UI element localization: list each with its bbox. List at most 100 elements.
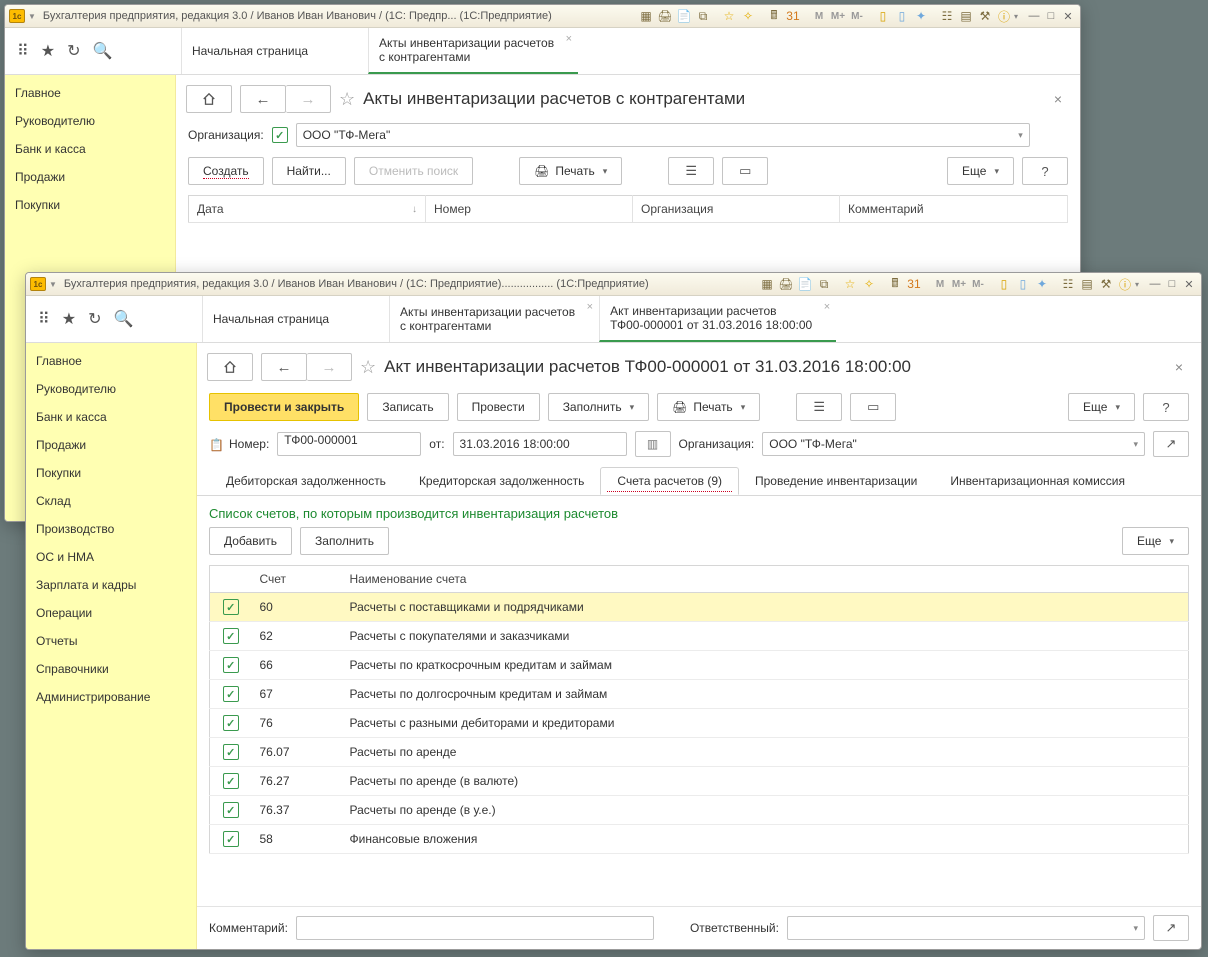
print-button[interactable]: Печать▾ (657, 393, 760, 421)
sidebar-item[interactable]: Операции (26, 599, 196, 627)
more-button[interactable]: Еще▾ (1122, 527, 1189, 555)
sidebar-item[interactable]: Зарплата и кадры (26, 571, 196, 599)
number-input[interactable]: ТФ00-000001 (277, 432, 421, 456)
panels-icon[interactable]: ☷ (938, 8, 956, 24)
titlebar[interactable]: 1c ▼ Бухгалтерия предприятия, редакция 3… (26, 273, 1201, 296)
sidebar-item[interactable]: Отчеты (26, 627, 196, 655)
print-icon[interactable]: 🖨 (656, 8, 674, 24)
sidebar-item[interactable]: Продажи (5, 163, 175, 191)
tab-acts[interactable]: Акты инвентаризации расчетов с контраген… (389, 296, 599, 342)
table-row[interactable]: ✓60Расчеты с поставщиками и подрядчиками (210, 593, 1189, 622)
table-row[interactable]: ✓76.27Расчеты по аренде (в валюте) (210, 767, 1189, 796)
calc-icon[interactable]: 🖩 (765, 8, 783, 24)
fill-button[interactable]: Заполнить (300, 527, 389, 555)
info-dd[interactable]: ▾ (1014, 12, 1018, 21)
col-date[interactable]: Дата↓ (189, 196, 426, 223)
calc-icon[interactable]: 🖩 (886, 276, 904, 292)
tab-creditors[interactable]: Кредиторская задолженность (402, 467, 601, 495)
col-account[interactable]: Счет (252, 566, 342, 593)
save-icon[interactable]: ✦ (912, 8, 930, 24)
card-view-icon[interactable]: ▭ (722, 157, 768, 185)
sidebar-item[interactable]: Продажи (26, 431, 196, 459)
table-row[interactable]: ✓66Расчеты по краткосрочным кредитам и з… (210, 651, 1189, 680)
row-checkbox[interactable]: ✓ (223, 686, 239, 702)
search-icon[interactable]: 🔍 (113, 309, 133, 329)
compare-icon[interactable]: ⧉ (815, 276, 833, 292)
sidebar-item[interactable]: Руководителю (5, 107, 175, 135)
star-icon[interactable]: ☆ (339, 89, 355, 110)
card-view-icon[interactable]: ▭ (850, 393, 896, 421)
cancel-find-button[interactable]: Отменить поиск (354, 157, 473, 185)
tab-commission[interactable]: Инвентаризационная комиссия (933, 467, 1142, 495)
tab-inventory[interactable]: Проведение инвентаризации (738, 467, 934, 495)
sidebar-item[interactable]: Главное (26, 347, 196, 375)
tab-acts[interactable]: Акты инвентаризации расчетов с контраген… (368, 28, 578, 74)
print-icon[interactable]: 🖨 (777, 276, 795, 292)
row-checkbox[interactable]: ✓ (223, 657, 239, 673)
grid-icon[interactable]: ⠿ (38, 309, 50, 329)
layout-icon[interactable]: ▤ (957, 8, 975, 24)
star-icon[interactable]: ☆ (360, 357, 376, 378)
open-icon[interactable]: ▯ (1014, 276, 1032, 292)
col-comment[interactable]: Комментарий (840, 196, 1068, 223)
open-icon[interactable]: ▯ (893, 8, 911, 24)
sidebar-item[interactable]: Покупки (5, 191, 175, 219)
favorites-icon[interactable]: ★ (62, 309, 76, 329)
post-button[interactable]: Провести (457, 393, 540, 421)
info-dd[interactable]: ▾ (1135, 280, 1139, 289)
calendar-button[interactable]: ▥ (635, 431, 671, 457)
star-icon[interactable]: ☆ (841, 276, 859, 292)
org-select[interactable]: ООО "ТФ-Мега" ▾ (762, 432, 1145, 456)
row-checkbox[interactable]: ✓ (223, 773, 239, 789)
close-icon[interactable]: × (824, 300, 830, 314)
tab-debtors[interactable]: Дебиторская задолженность (209, 467, 403, 495)
forward-button[interactable]: → (307, 353, 352, 381)
maximize-icon[interactable]: □ (1043, 8, 1059, 24)
doc-icon[interactable]: 📄 (796, 276, 814, 292)
col-accname[interactable]: Наименование счета (342, 566, 1189, 593)
close-icon[interactable]: × (587, 300, 593, 314)
tab-home[interactable]: Начальная страница (181, 28, 368, 74)
info-icon[interactable]: ⓘ (1116, 276, 1134, 292)
sidebar-item[interactable]: Банк и касса (5, 135, 175, 163)
more-button[interactable]: Еще▾ (947, 157, 1014, 185)
tab-accounts[interactable]: Счета расчетов (9) (600, 467, 739, 495)
help-button[interactable]: ? (1022, 157, 1068, 185)
history-icon[interactable]: ✧ (739, 8, 757, 24)
app-menu-indicator[interactable]: ▼ (49, 280, 57, 289)
new-icon[interactable]: ▯ (874, 8, 892, 24)
info-icon[interactable]: ⓘ (995, 8, 1013, 24)
print-button[interactable]: Печать▾ (519, 157, 622, 185)
row-checkbox[interactable]: ✓ (223, 802, 239, 818)
close-window-icon[interactable]: ✕ (1060, 8, 1076, 24)
create-button[interactable]: Создать (188, 157, 264, 185)
sidebar-item[interactable]: Справочники (26, 655, 196, 683)
sidebar-item[interactable]: Руководителю (26, 375, 196, 403)
fill-button[interactable]: Заполнить▾ (548, 393, 649, 421)
more-button[interactable]: Еще▾ (1068, 393, 1135, 421)
write-button[interactable]: Записать (367, 393, 448, 421)
tools-icon[interactable]: ⚒ (976, 8, 994, 24)
find-button[interactable]: Найти... (272, 157, 346, 185)
sidebar-item[interactable]: Покупки (26, 459, 196, 487)
clipboard-icon[interactable]: ↻ (88, 309, 101, 329)
sidebar-item[interactable]: Главное (5, 79, 175, 107)
save-icon[interactable]: ✦ (1033, 276, 1051, 292)
toolbar-icon[interactable]: ▦ (637, 8, 655, 24)
compare-icon[interactable]: ⧉ (694, 8, 712, 24)
star-icon[interactable]: ☆ (720, 8, 738, 24)
sidebar-item[interactable]: Склад (26, 487, 196, 515)
org-select[interactable]: ООО "ТФ-Мега" ▾ (296, 123, 1030, 147)
org-filter-checkbox[interactable]: ✓ (272, 127, 288, 143)
minimize-icon[interactable]: — (1026, 8, 1042, 24)
minimize-icon[interactable]: — (1147, 276, 1163, 292)
date-input[interactable]: 31.03.2016 18:00:00 (453, 432, 627, 456)
row-checkbox[interactable]: ✓ (223, 831, 239, 847)
maximize-icon[interactable]: □ (1164, 276, 1180, 292)
sidebar-item[interactable]: Производство (26, 515, 196, 543)
m-icon[interactable]: M (810, 8, 828, 24)
row-checkbox[interactable]: ✓ (223, 628, 239, 644)
favorites-icon[interactable]: ★ (41, 41, 55, 61)
doc-icon[interactable]: 📄 (675, 8, 693, 24)
home-button[interactable] (186, 85, 232, 113)
